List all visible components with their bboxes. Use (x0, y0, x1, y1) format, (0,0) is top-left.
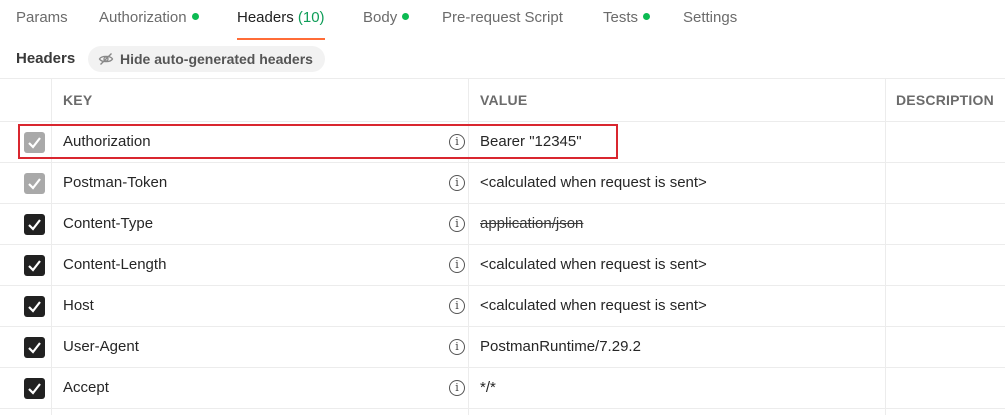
checkmark-icon (28, 301, 41, 313)
checkmark-icon (28, 219, 41, 231)
tab-pre-request-script[interactable]: Pre-request Script (442, 9, 563, 38)
tab-label: Pre-request Script (442, 9, 563, 26)
tab-settings[interactable]: Settings (683, 9, 737, 38)
header-value: application/json (480, 215, 584, 232)
tab-params[interactable]: Params (16, 9, 68, 38)
header-value: Bearer "12345" (480, 133, 582, 150)
row-checkbox[interactable] (24, 337, 45, 358)
column-divider (51, 78, 52, 415)
table-row: Host i <calculated when request is sent> (0, 285, 1005, 327)
header-key: Content-Type (63, 215, 154, 232)
info-icon[interactable]: i (449, 175, 465, 191)
header-key: User-Agent (63, 338, 139, 355)
header-value: <calculated when request is sent> (480, 174, 707, 191)
tab-authorization[interactable]: Authorization (99, 9, 199, 38)
tab-headers[interactable]: Headers (10) (237, 9, 325, 40)
column-header-key: KEY (63, 92, 93, 108)
table-row: Accept i */* (0, 367, 1005, 409)
status-dot-icon (643, 13, 651, 20)
table-row: Content-Type i application/json (0, 203, 1005, 245)
header-value: <calculated when request is sent> (480, 297, 707, 314)
info-icon[interactable]: i (449, 339, 465, 355)
info-icon[interactable]: i (449, 257, 465, 273)
checkmark-icon (28, 383, 41, 395)
tab-tests[interactable]: Tests (603, 9, 651, 38)
table-row: User-Agent i PostmanRuntime/7.29.2 (0, 326, 1005, 368)
table-row: Content-Length i <calculated when reques… (0, 244, 1005, 286)
column-header-value: VALUE (480, 92, 528, 108)
tab-label: Body (363, 9, 398, 26)
row-checkbox[interactable] (24, 255, 45, 276)
header-key: Authorization (63, 133, 151, 150)
tab-label: Authorization (99, 9, 187, 26)
section-title: Headers (16, 50, 76, 67)
checkmark-icon (28, 260, 41, 272)
table-row: Authorization i Bearer "12345" (0, 121, 1005, 163)
row-checkbox[interactable] (24, 214, 45, 235)
info-icon[interactable]: i (449, 216, 465, 232)
header-key: Postman-Token (63, 174, 168, 191)
tab-body[interactable]: Body (363, 9, 410, 38)
button-label: Hide auto-generated headers (120, 51, 313, 67)
row-checkbox[interactable] (24, 173, 45, 194)
checkmark-icon (28, 178, 41, 190)
tab-label: Headers (237, 9, 294, 26)
checkmark-icon (28, 137, 41, 149)
request-tabs: Params Authorization Headers (10) Body P… (0, 0, 1005, 40)
column-header-description: DESCRIPTION (896, 92, 994, 108)
tab-label: Settings (683, 9, 738, 26)
header-value: PostmanRuntime/7.29.2 (480, 338, 641, 355)
info-icon[interactable]: i (449, 134, 465, 150)
header-value: */* (480, 379, 496, 396)
headers-count: (10) (297, 9, 325, 26)
info-icon[interactable]: i (449, 298, 465, 314)
info-icon[interactable]: i (449, 380, 465, 396)
hide-auto-generated-headers-button[interactable]: Hide auto-generated headers (88, 46, 325, 72)
checkmark-icon (28, 342, 41, 354)
eye-slash-icon (98, 53, 114, 65)
header-key: Host (63, 297, 94, 314)
row-checkbox[interactable] (24, 378, 45, 399)
headers-toolbar: Headers Hide auto-generated headers (0, 44, 1005, 74)
tab-label: Params (16, 9, 68, 26)
row-checkbox[interactable] (24, 132, 45, 153)
status-dot-icon (191, 13, 199, 20)
row-checkbox[interactable] (24, 296, 45, 317)
header-key: Accept (63, 379, 109, 396)
header-key: Content-Length (63, 256, 167, 273)
tab-label: Tests (603, 9, 639, 26)
status-dot-icon (402, 13, 410, 20)
table-header-row: KEY VALUE DESCRIPTION (0, 78, 1005, 121)
headers-table: KEY VALUE DESCRIPTION Authorization i Be… (0, 78, 1005, 415)
column-divider (885, 78, 886, 415)
column-divider (468, 78, 469, 415)
table-row: Postman-Token i <calculated when request… (0, 162, 1005, 204)
header-value: <calculated when request is sent> (480, 256, 707, 273)
